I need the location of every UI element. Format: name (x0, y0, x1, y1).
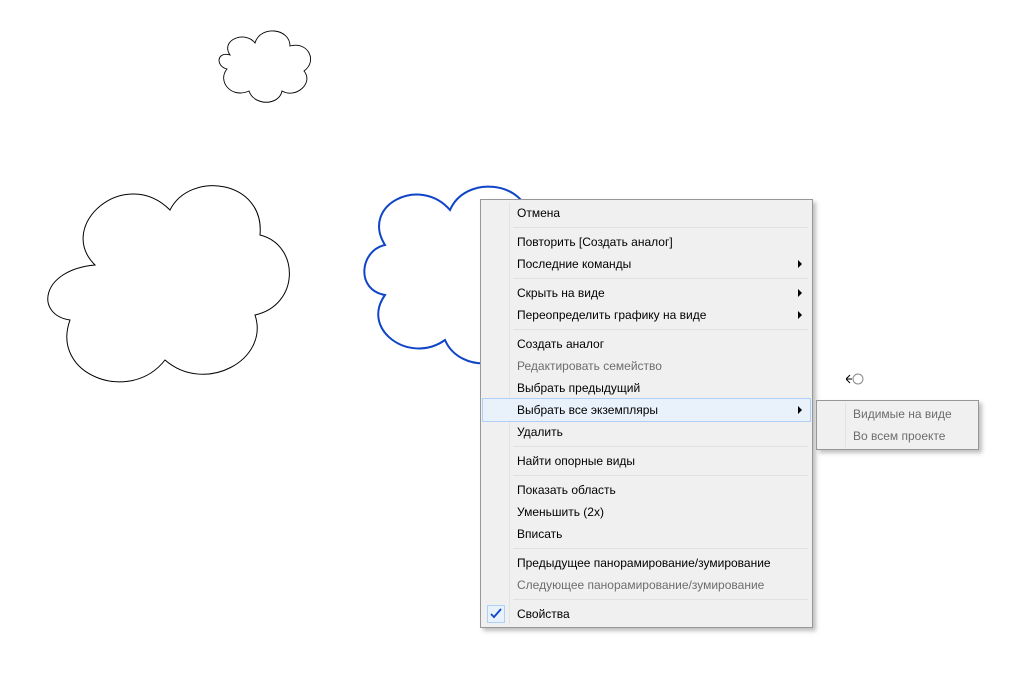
menu-item-уменьшить-2x[interactable]: Уменьшить (2x) (483, 501, 810, 523)
submenu-item-во-всем-проекте[interactable]: Во всем проекте (819, 425, 976, 447)
submenu-item-label: Во всем проекте (853, 429, 945, 443)
chevron-right-icon (798, 289, 802, 297)
chevron-right-icon (798, 311, 802, 319)
menu-item-редактировать-семейство: Редактировать семейство (483, 355, 810, 377)
menu-item-предыдущее-панорамирование-зумирование[interactable]: Предыдущее панорамирование/зумирование (483, 552, 810, 574)
check-icon (487, 605, 505, 623)
menu-separator (513, 446, 808, 447)
menu-item-label: Уменьшить (2x) (517, 505, 604, 519)
menu-item-переопределить-графику-на-виде[interactable]: Переопределить графику на виде (483, 304, 810, 326)
menu-separator (513, 548, 808, 549)
menu-item-label: Выбрать все экземпляры (517, 403, 658, 417)
menu-item-повторить-создать-аналог[interactable]: Повторить [Создать аналог] (483, 231, 810, 253)
menu-item-отмена[interactable]: Отмена (483, 202, 810, 224)
menu-item-последние-команды[interactable]: Последние команды (483, 253, 810, 275)
menu-item-label: Удалить (517, 425, 563, 439)
menu-item-label: Редактировать семейство (517, 359, 662, 373)
menu-item-найти-опорные-виды[interactable]: Найти опорные виды (483, 450, 810, 472)
submenu-item-label: Видимые на виде (853, 407, 952, 421)
chevron-right-icon (798, 406, 802, 414)
menu-separator (513, 278, 808, 279)
context-menu[interactable]: Отмена Повторить [Создать аналог] Последни… (480, 199, 813, 628)
chevron-right-icon (798, 260, 802, 268)
menu-separator (513, 475, 808, 476)
menu-item-label: Свойства (517, 607, 570, 621)
menu-separator (513, 227, 808, 228)
menu-item-label: Переопределить графику на виде (517, 308, 706, 322)
menu-item-выбрать-предыдущий[interactable]: Выбрать предыдущий (483, 377, 810, 399)
menu-item-выбрать-все-экземпляры[interactable]: Выбрать все экземпляры (482, 398, 811, 422)
menu-item-следующее-панорамирование-зумирование: Следующее панорамирование/зумирование (483, 574, 810, 596)
submenu-item-видимые-на-виде[interactable]: Видимые на виде (819, 403, 976, 425)
cloud-shape-small (219, 31, 311, 102)
context-submenu-select-all-instances[interactable]: Видимые на виде Во всем проекте (816, 400, 979, 450)
menu-item-label: Создать аналог (517, 337, 604, 351)
menu-item-label: Отмена (517, 206, 560, 220)
menu-item-label: Повторить [Создать аналог] (517, 235, 673, 249)
menu-item-label: Скрыть на виде (517, 286, 605, 300)
menu-item-label: Последние команды (517, 257, 631, 271)
menu-item-label: Следующее панорамирование/зумирование (517, 578, 764, 592)
menu-item-label: Выбрать предыдущий (517, 381, 640, 395)
menu-item-создать-аналог[interactable]: Создать аналог (483, 333, 810, 355)
menu-item-скрыть-на-виде[interactable]: Скрыть на виде (483, 282, 810, 304)
menu-item-label: Предыдущее панорамирование/зумирование (517, 556, 771, 570)
menu-item-label: Найти опорные виды (517, 454, 635, 468)
menu-item-label: Показать область (517, 483, 616, 497)
menu-separator (513, 329, 808, 330)
cursor-indicator (846, 372, 866, 386)
menu-item-свойства[interactable]: Свойства (483, 603, 810, 625)
cloud-shape-left (48, 186, 290, 382)
menu-item-удалить[interactable]: Удалить (483, 421, 810, 443)
menu-item-вписать[interactable]: Вписать (483, 523, 810, 545)
menu-item-показать-область[interactable]: Показать область (483, 479, 810, 501)
menu-separator (513, 599, 808, 600)
menu-item-label: Вписать (517, 527, 562, 541)
